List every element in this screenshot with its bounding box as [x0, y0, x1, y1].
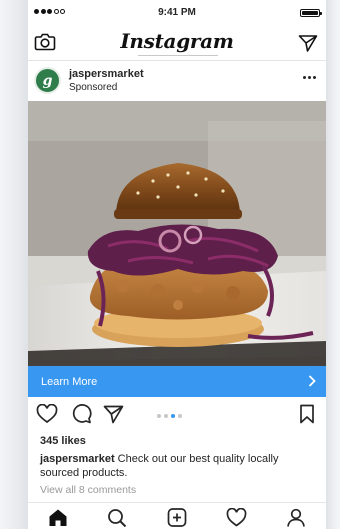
phone-bezel-left [0, 0, 28, 529]
phone-bezel-right [326, 0, 340, 529]
post-header: g jaspersmarket Sponsored [28, 61, 326, 101]
app-screen: 9:41 PM Instagram g jaspersmarket Sponso… [28, 0, 326, 529]
phone-frame: 9:41 PM Instagram g jaspersmarket Sponso… [0, 0, 340, 529]
learn-more-label: Learn More [41, 375, 98, 388]
heart-icon[interactable] [226, 508, 247, 527]
logo-divider [138, 55, 218, 56]
view-comments-link[interactable]: View all 8 comments [40, 484, 136, 496]
carousel-indicator [157, 414, 182, 418]
post-username[interactable]: jaspersmarket [69, 68, 144, 80]
instagram-logo: Instagram [120, 29, 234, 53]
top-nav: Instagram [28, 25, 326, 61]
avatar[interactable]: g [34, 67, 61, 94]
bookmark-icon[interactable] [299, 404, 315, 424]
add-icon[interactable] [167, 508, 187, 527]
status-bar: 9:41 PM [28, 7, 326, 21]
post-caption: jaspersmarket Check out our best quality… [40, 452, 312, 480]
learn-more-button[interactable]: Learn More [28, 366, 326, 397]
comment-icon[interactable] [70, 404, 92, 424]
post-image[interactable] [28, 101, 326, 366]
send-icon[interactable] [298, 33, 318, 58]
burger-photo [28, 101, 326, 366]
heart-icon[interactable] [36, 404, 58, 424]
carousel-dot [157, 414, 161, 418]
share-icon[interactable] [103, 404, 124, 424]
battery-icon [300, 9, 322, 17]
more-options-icon[interactable] [303, 76, 316, 79]
post-actions [28, 402, 326, 430]
chevron-right-icon [308, 375, 316, 387]
avatar-letter: g [42, 72, 53, 89]
home-icon[interactable] [48, 508, 68, 527]
profile-icon[interactable] [286, 508, 306, 527]
likes-count[interactable]: 345 likes [40, 435, 86, 447]
carousel-dot [178, 414, 182, 418]
carousel-dot [164, 414, 168, 418]
search-icon[interactable] [107, 508, 127, 527]
caption-username[interactable]: jaspersmarket [40, 453, 115, 465]
status-time: 9:41 PM [158, 7, 196, 18]
tab-bar [28, 502, 326, 529]
carousel-dot-active [171, 414, 175, 418]
sponsored-label: Sponsored [69, 82, 118, 93]
